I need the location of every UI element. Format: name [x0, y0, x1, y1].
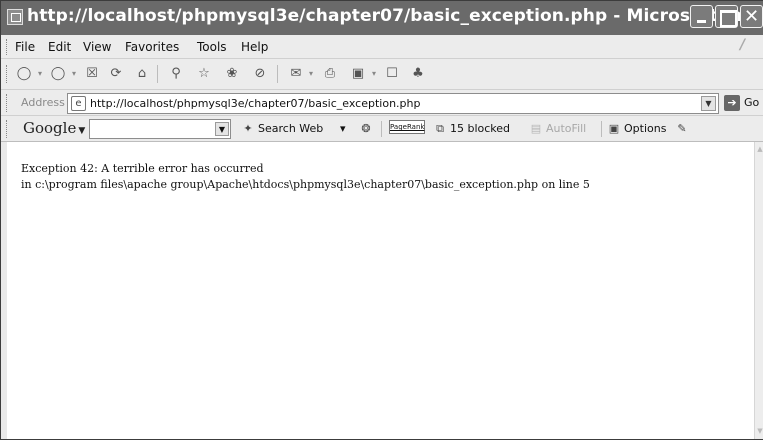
menu-bar-grip[interactable] [6, 39, 8, 55]
google-search-dropdown-icon[interactable]: ▼ [215, 122, 229, 136]
forward-dropdown-icon[interactable]: ▾ [69, 65, 79, 83]
go-arrow-icon: ➔ [724, 95, 740, 111]
toolbar-separator [277, 65, 278, 83]
address-bar: Address e http://localhost/phpmysql3e/ch… [1, 90, 763, 116]
google-toolbar-separator [601, 121, 602, 137]
standard-toolbar: ◯ ▾ ◯ ▾ ☒ ⟳ ⌂ ⚲ ☆ ❀ ⊘ ✉ ▾ ⎙ ▣ ▾ ☐ ♣ [1, 59, 763, 90]
toolbar-separator [157, 65, 158, 83]
search-web-button[interactable]: ✦ Search Web [241, 122, 323, 135]
autofill-button[interactable]: ▤ AutoFill [529, 122, 586, 135]
edit-icon[interactable]: ▣ [349, 65, 367, 83]
stop-icon[interactable]: ☒ [83, 65, 101, 83]
menu-tools[interactable]: Tools [197, 40, 227, 54]
scroll-down-icon[interactable]: ▼ [755, 425, 763, 438]
options-icon: ▣ [608, 122, 620, 135]
forward-icon[interactable]: ◯ [49, 65, 67, 83]
menu-edit[interactable]: Edit [48, 40, 71, 54]
address-label: Address [21, 96, 65, 109]
vertical-scrollbar[interactable]: ▲ ▼ [754, 142, 763, 439]
options-button[interactable]: ▣ Options [607, 122, 667, 135]
home-icon[interactable]: ⌂ [133, 65, 151, 83]
windows-logo-icon: / [740, 37, 746, 53]
back-dropdown-icon[interactable]: ▾ [35, 65, 45, 83]
address-url[interactable]: http://localhost/phpmysql3e/chapter07/ba… [90, 97, 420, 110]
mail-icon[interactable]: ✉ [287, 65, 305, 83]
news-icon[interactable]: ❂ [359, 122, 376, 135]
toolbar-grip[interactable] [6, 65, 8, 83]
go-label: Go [744, 96, 760, 109]
go-button[interactable]: ➔ Go [724, 94, 763, 113]
binoculars-icon: ✦ [243, 122, 253, 135]
media-icon[interactable]: ❀ [223, 65, 241, 83]
google-toolbar: Google ▼ ▼ ✦ Search Web ▾ ❂ PageRank ⧉ 15 b… [1, 116, 763, 142]
exception-location: in c:\program files\apache group\Apache\… [21, 178, 590, 191]
google-logo-menu[interactable]: Google ▼ [23, 119, 85, 137]
edit-dropdown-icon[interactable]: ▾ [369, 65, 379, 83]
refresh-icon[interactable]: ⟳ [107, 65, 125, 83]
back-icon[interactable]: ◯ [15, 65, 33, 83]
menu-view[interactable]: View [83, 40, 111, 54]
maximize-button[interactable] [715, 5, 738, 28]
address-input[interactable]: e http://localhost/phpmysql3e/chapter07/… [67, 93, 719, 114]
favorites-icon[interactable]: ☆ [195, 65, 213, 83]
exception-message: Exception 42: A terrible error has occur… [21, 162, 264, 175]
popup-blocker-button[interactable]: ⧉ 15 blocked [433, 122, 510, 136]
print-icon[interactable]: ⎙ [321, 65, 339, 83]
chevron-down-icon: ▼ [78, 126, 86, 136]
highlight-pen-icon[interactable]: ✎ [675, 122, 692, 135]
search-icon[interactable]: ⚲ [167, 65, 185, 83]
search-web-dropdown-icon[interactable]: ▾ [340, 122, 346, 135]
popup-blocked-count: 15 blocked [450, 122, 511, 135]
search-web-label: Search Web [258, 122, 324, 135]
ie-window-icon[interactable] [7, 9, 23, 25]
mail-dropdown-icon[interactable]: ▾ [306, 65, 316, 83]
autofill-label: AutoFill [546, 122, 587, 135]
messenger-icon[interactable]: ♣ [409, 65, 427, 83]
window-title: http://localhost/phpmysql3e/chapter07/ba… [27, 6, 762, 26]
address-dropdown-icon[interactable]: ▼ [701, 96, 716, 111]
pagerank-indicator[interactable]: PageRank [389, 120, 425, 134]
menu-help[interactable]: Help [241, 40, 268, 54]
menu-favorites[interactable]: Favorites [125, 40, 179, 54]
options-label: Options [624, 122, 667, 135]
address-bar-grip[interactable] [6, 94, 8, 112]
minimize-button[interactable] [690, 5, 713, 28]
google-toolbar-separator [381, 121, 382, 137]
scroll-up-icon[interactable]: ▲ [755, 143, 763, 156]
menu-file[interactable]: File [15, 40, 35, 54]
discuss-icon[interactable]: ☐ [383, 65, 401, 83]
close-button[interactable]: ✕ [740, 5, 763, 28]
menu-bar: File Edit View Favorites Tools Help / [1, 35, 763, 59]
google-logo: Google [23, 119, 77, 137]
autofill-icon: ▤ [530, 122, 542, 135]
title-bar[interactable]: http://localhost/phpmysql3e/chapter07/ba… [1, 1, 763, 35]
close-icon: ✕ [743, 6, 760, 27]
google-search-input[interactable]: ▼ [89, 119, 231, 139]
browser-window: http://localhost/phpmysql3e/chapter07/ba… [0, 0, 763, 440]
google-toolbar-grip[interactable] [6, 120, 8, 138]
page-content: Exception 42: A terrible error has occur… [7, 142, 754, 439]
history-icon[interactable]: ⊘ [251, 65, 269, 83]
page-icon: e [71, 96, 86, 111]
popup-blocker-icon: ⧉ [436, 122, 444, 135]
